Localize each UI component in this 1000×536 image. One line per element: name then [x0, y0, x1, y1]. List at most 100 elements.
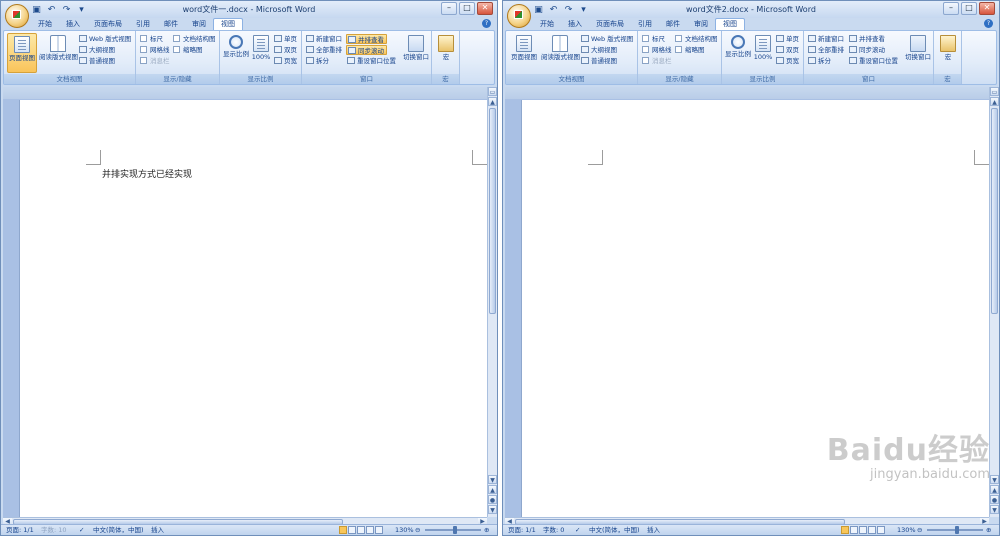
maximize-button[interactable]: □ — [459, 2, 475, 15]
zoom-out-icon[interactable]: ⊖ — [917, 525, 922, 535]
outline-icon[interactable] — [366, 526, 374, 534]
next-page-icon[interactable]: ▼ — [990, 505, 999, 514]
tab-mailings[interactable]: 邮件 — [157, 18, 185, 30]
spell-check-icon[interactable]: ✓ — [79, 525, 84, 535]
office-button[interactable] — [5, 4, 29, 28]
switch-windows-button[interactable]: 切换窗口 — [402, 33, 430, 73]
web-view-button[interactable]: Web 版式视图 — [78, 34, 131, 44]
page-width-button[interactable]: 页宽 — [273, 56, 297, 66]
print-layout-icon[interactable] — [339, 526, 347, 534]
scroll-thumb[interactable] — [489, 108, 496, 314]
reading-view-button[interactable]: 阅读版式视图 — [541, 33, 580, 73]
word-count[interactable]: 字数: 10 — [41, 525, 67, 535]
page-count[interactable]: 页面: 1/1 — [508, 525, 536, 535]
tab-page-layout[interactable]: 页面布局 — [87, 18, 129, 30]
close-button[interactable]: ✕ — [979, 2, 995, 15]
outline-icon[interactable] — [868, 526, 876, 534]
web-layout-icon[interactable] — [357, 526, 365, 534]
minimize-button[interactable]: – — [943, 2, 959, 15]
office-button[interactable] — [507, 4, 531, 28]
one-page-button[interactable]: 单页 — [775, 34, 799, 44]
new-window-button[interactable]: 新建窗口 — [305, 34, 342, 44]
scroll-up-icon[interactable]: ▲ — [488, 97, 497, 106]
document-text[interactable]: 并排实现方式已经实现 — [102, 167, 192, 180]
zoom-button[interactable]: 显示比例 — [724, 33, 752, 73]
tab-review[interactable]: 审阅 — [185, 18, 213, 30]
tab-home[interactable]: 开始 — [533, 18, 561, 30]
two-pages-button[interactable]: 双页 — [775, 45, 799, 55]
insert-mode-status[interactable]: 插入 — [151, 525, 164, 535]
outline-view-button[interactable]: 大纲视图 — [78, 45, 115, 55]
view-side-by-side-button[interactable]: 并排查看 — [848, 34, 885, 44]
vertical-scrollbar[interactable]: ▭ ▲ ▼ ▲ ● ▼ — [487, 87, 497, 517]
vertical-scrollbar[interactable]: ▭ ▲ ▼ ▲ ● ▼ — [989, 87, 999, 517]
synchronous-scrolling-button[interactable]: 同步滚动 — [848, 45, 885, 55]
full-screen-reading-icon[interactable] — [850, 526, 858, 534]
draft-icon[interactable] — [375, 526, 383, 534]
maximize-button[interactable]: □ — [961, 2, 977, 15]
zoom-out-icon[interactable]: ⊖ — [415, 525, 420, 535]
ruler-checkbox[interactable]: 标尺 — [641, 34, 665, 44]
browse-object-icon[interactable]: ● — [488, 495, 497, 504]
macros-button[interactable]: 宏 — [435, 33, 457, 73]
help-icon[interactable]: ? — [482, 19, 491, 28]
tab-insert[interactable]: 插入 — [59, 18, 87, 30]
view-side-by-side-button[interactable]: 并排查看 — [346, 34, 387, 44]
tab-references[interactable]: 引用 — [129, 18, 157, 30]
new-window-button[interactable]: 新建窗口 — [807, 34, 844, 44]
gridlines-checkbox[interactable]: 网格线 — [641, 45, 672, 55]
tab-references[interactable]: 引用 — [631, 18, 659, 30]
document-page[interactable]: 并排实现方式已经实现 — [19, 100, 487, 517]
zoom-button[interactable]: 显示比例 — [222, 33, 250, 73]
reset-window-position-button[interactable]: 重设窗口位置 — [346, 56, 396, 66]
scroll-up-icon[interactable]: ▲ — [990, 97, 999, 106]
word-count[interactable]: 字数: 0 — [543, 525, 564, 535]
outline-view-button[interactable]: 大纲视图 — [580, 45, 617, 55]
zoom-slider-knob[interactable] — [453, 526, 457, 534]
ruler-checkbox[interactable]: 标尺 — [139, 34, 163, 44]
page-view-button[interactable]: 页面视图 — [509, 33, 539, 73]
two-pages-button[interactable]: 双页 — [273, 45, 297, 55]
ruler-toggle-icon[interactable]: ▭ — [488, 87, 497, 96]
zoom-level[interactable]: 130% — [897, 525, 916, 535]
print-layout-icon[interactable] — [841, 526, 849, 534]
draft-view-button[interactable]: 普通视图 — [78, 56, 115, 66]
page-view-button[interactable]: 页面视图 — [7, 33, 37, 73]
scroll-down-icon[interactable]: ▼ — [488, 475, 497, 484]
spell-check-icon[interactable]: ✓ — [575, 525, 580, 535]
zoom-slider-knob[interactable] — [955, 526, 959, 534]
full-screen-reading-icon[interactable] — [348, 526, 356, 534]
tab-page-layout[interactable]: 页面布局 — [589, 18, 631, 30]
previous-page-icon[interactable]: ▲ — [488, 485, 497, 494]
document-map-checkbox[interactable]: 文档结构图 — [674, 34, 718, 44]
draft-icon[interactable] — [877, 526, 885, 534]
thumbnails-checkbox[interactable]: 缩略图 — [674, 45, 705, 55]
arrange-all-button[interactable]: 全部重排 — [305, 45, 342, 55]
switch-windows-button[interactable]: 切换窗口 — [904, 33, 932, 73]
synchronous-scrolling-button[interactable]: 同步滚动 — [346, 45, 387, 55]
split-button[interactable]: 拆分 — [305, 56, 329, 66]
thumbnails-checkbox[interactable]: 缩略图 — [172, 45, 203, 55]
reading-view-button[interactable]: 阅读版式视图 — [39, 33, 78, 73]
document-map-checkbox[interactable]: 文档结构图 — [172, 34, 216, 44]
scroll-thumb[interactable] — [991, 108, 998, 314]
gridlines-checkbox[interactable]: 网格线 — [139, 45, 170, 55]
zoom-in-icon[interactable]: ⊕ — [484, 525, 489, 535]
next-page-icon[interactable]: ▼ — [488, 505, 497, 514]
draft-view-button[interactable]: 普通视图 — [580, 56, 617, 66]
insert-mode-status[interactable]: 插入 — [647, 525, 660, 535]
tab-review[interactable]: 审阅 — [687, 18, 715, 30]
tab-home[interactable]: 开始 — [31, 18, 59, 30]
zoom-in-icon[interactable]: ⊕ — [986, 525, 991, 535]
help-icon[interactable]: ? — [984, 19, 993, 28]
page-count[interactable]: 页面: 1/1 — [6, 525, 34, 535]
reset-window-position-button[interactable]: 重设窗口位置 — [848, 56, 898, 66]
browse-object-icon[interactable]: ● — [990, 495, 999, 504]
page-width-button[interactable]: 页宽 — [775, 56, 799, 66]
zoom-100-button[interactable]: 100% — [753, 33, 773, 73]
macros-button[interactable]: 宏 — [937, 33, 959, 73]
tab-insert[interactable]: 插入 — [561, 18, 589, 30]
scroll-down-icon[interactable]: ▼ — [990, 475, 999, 484]
zoom-level[interactable]: 130% — [395, 525, 414, 535]
split-button[interactable]: 拆分 — [807, 56, 831, 66]
